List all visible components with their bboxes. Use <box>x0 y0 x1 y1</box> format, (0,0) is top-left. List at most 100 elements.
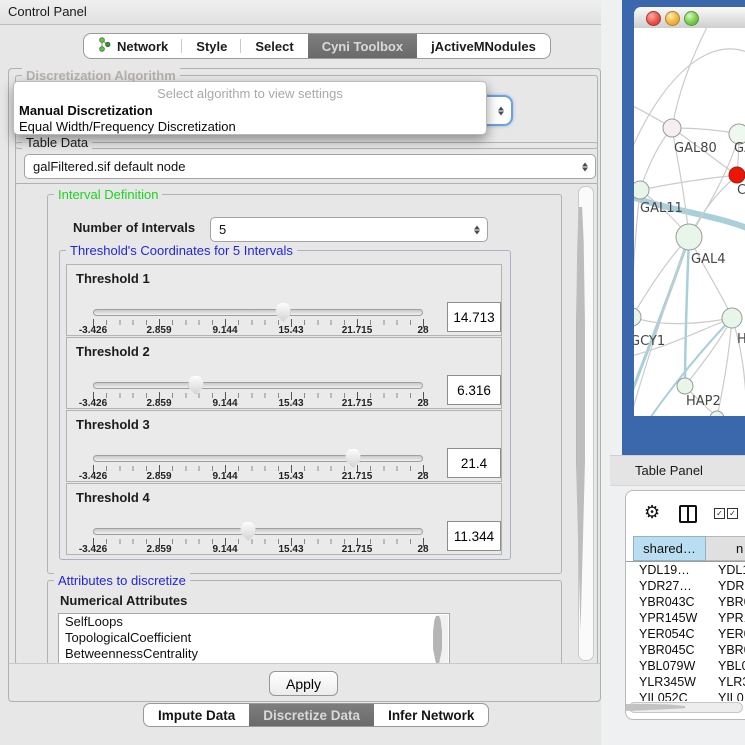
node-label: C <box>737 183 745 198</box>
column-header-shared-name[interactable]: shared… <box>633 536 706 561</box>
network-edge <box>640 175 737 190</box>
cytoscape-control-panel: Control Panel ✕ Network Style Select <box>0 0 745 745</box>
tab-network[interactable]: Network <box>84 34 182 58</box>
network-edge <box>672 28 709 128</box>
split-columns-icon[interactable] <box>679 505 697 523</box>
panel-title: Control Panel <box>8 4 87 19</box>
list-item[interactable]: BetweennessCentrality <box>59 646 449 662</box>
table-panel-title: Table Panel <box>635 463 703 478</box>
network-edge <box>685 237 689 386</box>
network-node-gal11[interactable] <box>634 181 649 199</box>
group-title: Table Data <box>22 135 92 150</box>
zoom-traffic-light-icon[interactable] <box>684 11 699 26</box>
numerical-attributes-list[interactable]: SelfLoops TopologicalCoefficient Between… <box>58 613 450 664</box>
network-node-gal80[interactable] <box>663 119 681 137</box>
network-node-gal4[interactable] <box>676 224 702 250</box>
threshold-4-panel: Threshold 4 -3.426 2.859 9.144 15.43 <box>66 483 502 555</box>
node-label: GAL11 <box>640 201 683 216</box>
cyni-toolbox-panel: Discretization Algorithm Select algorith… <box>8 68 601 702</box>
number-of-intervals-combobox[interactable]: 5 <box>210 217 488 242</box>
checkbox-icon[interactable]: ✓ <box>714 508 725 519</box>
table-row[interactable]: YPR145WYPR1 <box>626 610 745 626</box>
table-panel-header: Table Panel <box>610 455 745 486</box>
settings-scroll-area: Interval Definition Number of Intervals … <box>15 183 598 664</box>
node-label: GA <box>734 141 745 156</box>
apply-bar: Apply <box>9 663 600 701</box>
interval-definition-group: Interval Definition Number of Intervals … <box>47 194 562 574</box>
network-view-window: GAL80 GA GAL11 GAL4 GCY1 H HAP2 C <box>622 0 745 455</box>
network-window-titlebar[interactable] <box>634 7 745 29</box>
node-label: GCY1 <box>634 334 665 349</box>
node-label: H <box>737 332 745 347</box>
apply-button[interactable]: Apply <box>269 671 338 696</box>
slider-tick-labels: -3.426 2.859 9.144 15.43 21.715 28 <box>93 398 423 409</box>
threshold-coordinates-group: Threshold's Coordinates for 5 Intervals … <box>59 250 511 560</box>
close-traffic-light-icon[interactable] <box>646 11 661 26</box>
slider-tick-labels: -3.426 2.859 9.144 15.43 21.715 28 <box>93 325 423 336</box>
control-panel-tabs: Network Style Select Cyni Toolbox jActiv… <box>83 33 551 59</box>
table-data-group: Table Data galFiltered.sif default node <box>15 142 598 186</box>
table-row[interactable]: YLR345WYLR3 <box>626 674 745 690</box>
table-horizontal-scrollbar[interactable] <box>629 702 743 713</box>
popup-item-equal-width-frequency[interactable]: Equal Width/Frequency Discretization <box>14 119 486 135</box>
tab-cyni-toolbox[interactable]: Cyni Toolbox <box>308 34 417 58</box>
threshold-2-slider[interactable] <box>93 382 423 389</box>
table-row[interactable]: YBR045CYBR0 <box>626 642 745 658</box>
table-row[interactable]: YDL19…YDL1 <box>626 562 745 578</box>
network-canvas[interactable]: GAL80 GA GAL11 GAL4 GCY1 H HAP2 C <box>634 28 745 416</box>
network-graph: GAL80 GA GAL11 GAL4 GCY1 H HAP2 C <box>634 28 745 416</box>
checkbox-icon[interactable]: ✓ <box>727 508 738 519</box>
threshold-3-slider[interactable] <box>93 455 423 462</box>
node-label: GAL80 <box>674 141 717 156</box>
network-node[interactable] <box>722 308 742 328</box>
network-edge <box>634 317 732 324</box>
table-row[interactable]: YBR043CYBR0 <box>626 594 745 610</box>
tab-select[interactable]: Select <box>241 34 307 58</box>
group-title: Interval Definition <box>54 187 162 202</box>
table-row[interactable]: YER054CYER0 <box>626 626 745 642</box>
table-row[interactable]: YIL052CYIL0 <box>626 690 745 701</box>
minimize-traffic-light-icon[interactable] <box>665 11 680 26</box>
node-label: GAL4 <box>691 252 725 267</box>
table-row[interactable]: YBL079WYBL0 <box>626 658 745 674</box>
threshold-1-value-field[interactable]: 14.713 <box>447 302 501 332</box>
settings-scrollbar[interactable] <box>578 186 594 661</box>
combo-spinner-icon <box>474 221 480 238</box>
threshold-2-value-field[interactable]: 6.316 <box>447 375 501 405</box>
network-edge <box>640 128 672 190</box>
tab-style[interactable]: Style <box>182 34 241 58</box>
table-data-value: galFiltered.sif default node <box>33 159 185 174</box>
popup-item-manual-discretization[interactable]: Manual Discretization <box>14 103 486 119</box>
list-item[interactable]: SelfLoops <box>59 614 449 630</box>
tab-discretize-data[interactable]: Discretize Data <box>249 704 374 726</box>
tab-jactivemnodules[interactable]: jActiveMNodules <box>417 34 550 58</box>
algorithm-placeholder: Select algorithm to view settings <box>14 86 486 103</box>
table-row[interactable]: YDR27…YDR2 <box>626 578 745 594</box>
network-node-selected-red[interactable] <box>729 167 745 183</box>
table-data-combobox[interactable]: galFiltered.sif default node <box>24 154 596 179</box>
threshold-label: Threshold 4 <box>76 490 150 505</box>
algorithm-dropdown-popup: Select algorithm to view settings Manual… <box>13 81 487 135</box>
network-edge <box>634 237 689 317</box>
threshold-label: Threshold 3 <box>76 417 150 432</box>
threshold-label: Threshold 1 <box>76 271 150 286</box>
network-node-hap2[interactable] <box>677 378 693 394</box>
attributes-group: Attributes to discretize Numerical Attri… <box>47 580 562 664</box>
list-scrollbar[interactable] <box>436 615 448 664</box>
threshold-1-slider[interactable] <box>93 309 423 316</box>
number-of-intervals-label: Number of Intervals <box>73 220 195 235</box>
table-panel-card: ⚙ ✓ ✓ shared… n YDL19…YDL1 YDR27…YDR2 YB… <box>625 490 745 720</box>
threshold-3-value-field[interactable]: 21.4 <box>447 448 501 478</box>
network-node-gcy1[interactable] <box>634 308 641 326</box>
list-item[interactable]: TopologicalCoefficient <box>59 630 449 646</box>
gear-icon[interactable]: ⚙ <box>644 503 660 521</box>
threshold-1-panel: Threshold 1 -3.426 2.859 9.144 15.43 <box>66 264 502 336</box>
column-header-name[interactable]: n <box>706 536 745 561</box>
tab-impute-data[interactable]: Impute Data <box>144 704 249 726</box>
network-edge <box>689 237 732 318</box>
combo-spinner-icon <box>582 158 588 175</box>
tab-infer-network[interactable]: Infer Network <box>374 704 488 726</box>
threshold-4-slider[interactable] <box>93 528 423 535</box>
threshold-4-value-field[interactable]: 11.344 <box>447 521 501 551</box>
table-header-row: shared… n <box>626 536 745 562</box>
